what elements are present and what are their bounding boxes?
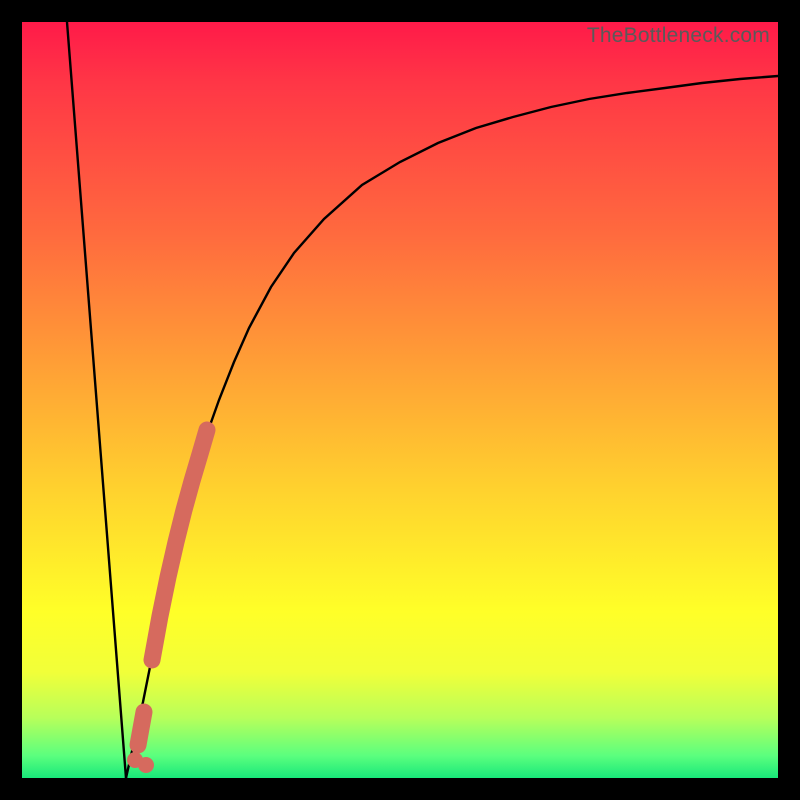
highlight-dot-2 bbox=[138, 757, 154, 773]
highlight-segment bbox=[152, 430, 207, 660]
highlight-segment-tip bbox=[138, 712, 144, 745]
plot-area: TheBottleneck.com bbox=[22, 22, 778, 778]
descending-branch bbox=[67, 22, 126, 778]
chart-frame: TheBottleneck.com bbox=[0, 0, 800, 800]
ascending-branch bbox=[126, 76, 778, 778]
curve-layer bbox=[22, 22, 778, 778]
